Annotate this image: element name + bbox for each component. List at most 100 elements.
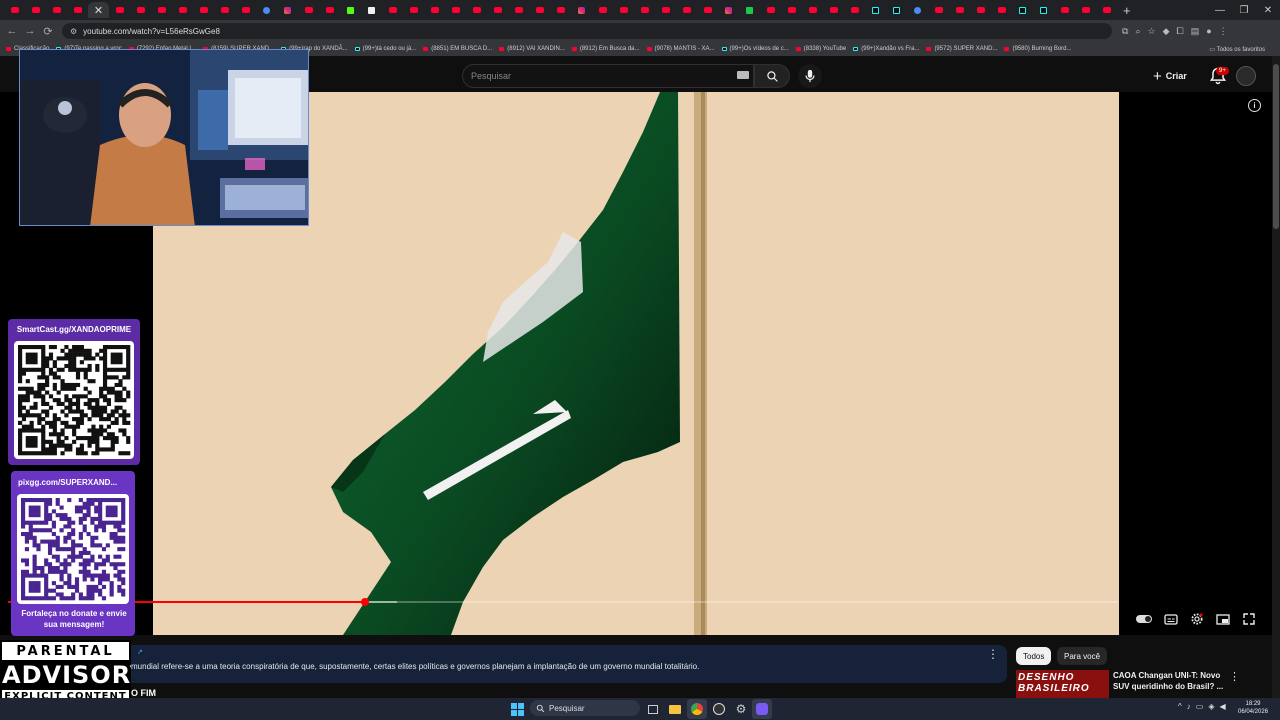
browser-tab[interactable] [319, 2, 340, 18]
browser-tab[interactable] [361, 2, 382, 18]
volume-icon[interactable]: ◀ [1219, 702, 1225, 711]
battery-icon[interactable]: ▭ [1196, 702, 1204, 711]
install-icon[interactable]: ⧉ [1122, 26, 1128, 37]
browser-tab[interactable] [256, 2, 277, 18]
browser-tab[interactable] [760, 2, 781, 18]
sidepanel-icon[interactable]: ▤ [1191, 26, 1200, 37]
browser-tab[interactable] [424, 2, 445, 18]
close-window-icon[interactable]: ✕ [1256, 5, 1280, 16]
extension-icon[interactable]: ◆ [1163, 26, 1170, 37]
file-explorer-button[interactable] [665, 699, 685, 719]
voice-search-button[interactable] [798, 64, 822, 88]
browser-tab[interactable] [865, 2, 886, 18]
chip-all[interactable]: Todos [1016, 647, 1052, 665]
clock[interactable]: 18:29 06/04/2026 [1238, 700, 1268, 716]
profile-icon[interactable]: ● [1206, 26, 1211, 37]
settings-button[interactable] [1188, 611, 1206, 627]
browser-tab[interactable] [487, 2, 508, 18]
close-tab-icon[interactable]: ✕ [94, 4, 103, 17]
back-icon[interactable]: ← [6, 25, 18, 38]
taskbar-search[interactable]: Pesquisar [530, 700, 640, 716]
browser-tab[interactable] [298, 2, 319, 18]
browser-tab[interactable] [130, 2, 151, 18]
browser-tab[interactable] [4, 2, 25, 18]
browser-tab[interactable] [718, 2, 739, 18]
url-input[interactable]: ⚙ youtube.com/watch?v=L56eRsGwGe8 [62, 23, 1112, 39]
bookmark-item[interactable]: (9078) MANTIS - XA... [646, 46, 715, 52]
info-icon[interactable]: i [1248, 99, 1261, 112]
browser-tab[interactable] [1033, 2, 1054, 18]
scrollbar-thumb[interactable] [1273, 64, 1279, 229]
avatar[interactable] [1236, 66, 1256, 86]
bookmark-item[interactable]: (9572) SUPER XAND... [926, 46, 997, 52]
app-button[interactable] [752, 699, 772, 719]
menu-icon[interactable]: ⋮ [1219, 26, 1228, 37]
site-info-icon[interactable]: ⚙ [70, 27, 77, 36]
keyboard-icon[interactable] [737, 71, 749, 79]
tray-chevron-icon[interactable]: ^ [1178, 702, 1182, 711]
browser-tab[interactable] [823, 2, 844, 18]
browser-tab[interactable] [949, 2, 970, 18]
chip-for-you[interactable]: Para você [1057, 647, 1108, 665]
browser-tab[interactable] [109, 2, 130, 18]
browser-tab[interactable] [907, 2, 928, 18]
obs-button[interactable] [709, 699, 729, 719]
browser-tab[interactable] [970, 2, 991, 18]
browser-tab[interactable] [277, 2, 298, 18]
extensions-puzzle-icon[interactable]: ⧠ [1176, 26, 1183, 37]
browser-tab[interactable] [676, 2, 697, 18]
bookmark-item[interactable]: (8338) YouTube [795, 46, 846, 52]
browser-tab[interactable] [781, 2, 802, 18]
browser-tab[interactable] [739, 2, 760, 18]
browser-tab[interactable] [235, 2, 256, 18]
browser-tab[interactable] [550, 2, 571, 18]
browser-tab[interactable] [25, 2, 46, 18]
browser-tab[interactable] [571, 2, 592, 18]
bookmark-item[interactable]: (8912) VAI XANDIN... [499, 46, 565, 52]
browser-tab[interactable] [1012, 2, 1033, 18]
browser-tab[interactable] [46, 2, 67, 18]
bookmark-item[interactable]: (99+)tá cedo ou já... [354, 46, 416, 52]
browser-tab[interactable] [592, 2, 613, 18]
bookmark-item[interactable]: (9580) Burning Bord... [1004, 46, 1072, 52]
browser-tab[interactable] [508, 2, 529, 18]
start-button[interactable] [507, 699, 527, 719]
browser-tab[interactable] [802, 2, 823, 18]
browser-tab[interactable] [1075, 2, 1096, 18]
browser-tab[interactable] [634, 2, 655, 18]
browser-tab[interactable] [172, 2, 193, 18]
browser-tab[interactable] [67, 2, 88, 18]
zoom-icon[interactable]: ⌕ [1135, 26, 1140, 37]
mic-tray-icon[interactable]: ♪ [1187, 702, 1191, 711]
browser-tab[interactable] [844, 2, 865, 18]
star-icon[interactable]: ☆ [1147, 26, 1155, 37]
search-button[interactable] [754, 64, 790, 88]
new-tab-icon[interactable]: + [1123, 3, 1131, 18]
browser-tab[interactable]: ✕ [88, 2, 109, 18]
bookmark-item[interactable]: (8912) Em Busca da... [571, 46, 640, 52]
autoplay-toggle[interactable] [1135, 611, 1153, 627]
minimize-icon[interactable]: — [1208, 5, 1232, 16]
maximize-icon[interactable]: ❐ [1232, 5, 1256, 16]
scrollbar[interactable] [1272, 56, 1280, 698]
settings-app-button[interactable]: ⚙ [731, 699, 751, 719]
browser-tab[interactable] [655, 2, 676, 18]
miniplayer-button[interactable] [1214, 611, 1232, 627]
bookmark-item[interactable]: (99+)Xandão vs Fra... [853, 46, 919, 52]
browser-tab[interactable] [403, 2, 424, 18]
bookmark-item[interactable]: (99+)Os vídeos de c... [721, 46, 789, 52]
fullscreen-button[interactable] [1240, 611, 1258, 627]
external-link-icon[interactable]: ↗ [137, 648, 143, 656]
progress-bar[interactable] [8, 598, 1118, 606]
browser-tab[interactable] [193, 2, 214, 18]
browser-tab[interactable] [1054, 2, 1075, 18]
browser-tab[interactable] [613, 2, 634, 18]
forward-icon[interactable]: → [24, 25, 36, 38]
browser-tab[interactable] [151, 2, 172, 18]
network-icon[interactable]: ◈ [1208, 702, 1214, 711]
recommended-thumbnail[interactable]: DESENHO BRASILEIRO [1016, 670, 1109, 698]
create-button[interactable]: + Criar [1153, 66, 1187, 86]
browser-tab[interactable] [697, 2, 718, 18]
subtitles-button[interactable] [1162, 611, 1180, 627]
browser-tab[interactable] [991, 2, 1012, 18]
